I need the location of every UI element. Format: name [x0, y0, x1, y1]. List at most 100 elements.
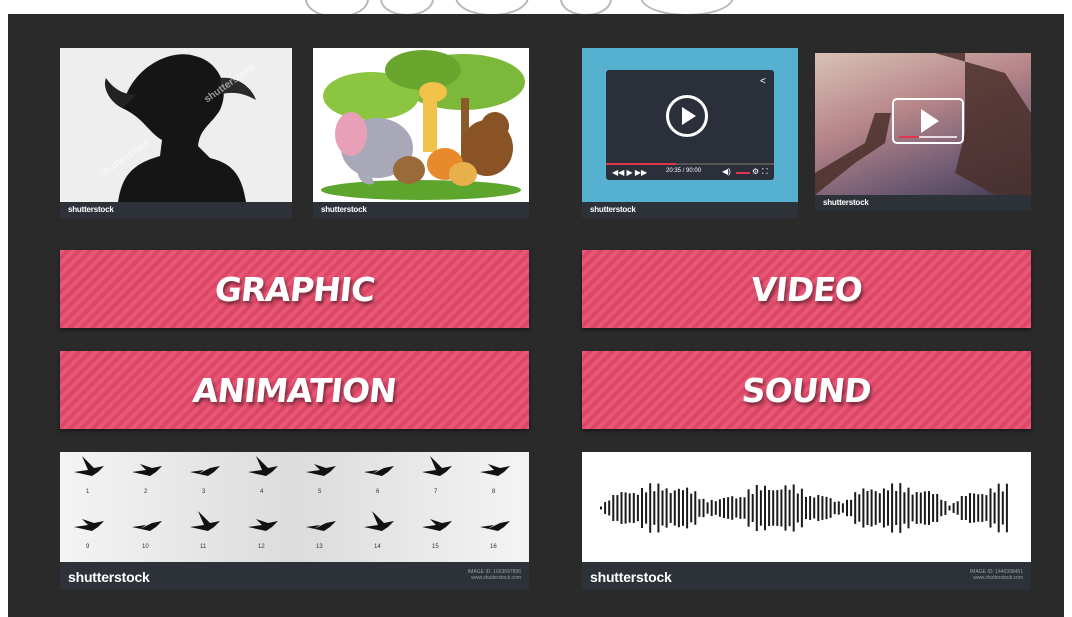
waveform-bar	[751, 493, 754, 523]
waveform-bar	[600, 506, 602, 510]
waveform-bar	[796, 493, 799, 523]
waveform-bar	[718, 499, 721, 517]
waveform-bar	[755, 485, 758, 531]
waveform-bar	[895, 490, 898, 526]
bird-silhouette	[74, 456, 104, 476]
stock-image-cartoon-animals[interactable]: shutterstock	[313, 48, 529, 218]
frame-number: 15	[432, 544, 439, 550]
waveform-bar	[1005, 483, 1008, 533]
frame-number: 5	[318, 489, 322, 495]
bird-silhouette	[364, 511, 394, 531]
waveform-bar	[628, 493, 631, 523]
waveform-bar	[702, 498, 705, 518]
stock-image-hands-frame[interactable]: shutterstock	[815, 53, 1031, 211]
frame-number: 7	[434, 489, 438, 495]
video-category-button[interactable]: VIDEO	[582, 250, 1031, 328]
waveform-bar	[985, 495, 988, 521]
waveform-bar	[923, 491, 926, 525]
stock-image-video-player[interactable]: < ◀◀ ▶ ▶▶ 20:35 / 90:00 ◀) ⚙ ⛶ shutterst…	[582, 48, 798, 218]
waveform-bar	[870, 489, 873, 527]
waveform-bar	[772, 490, 775, 526]
waveform-bar	[940, 499, 943, 517]
waveform-bar	[759, 490, 762, 526]
frame-number: 13	[316, 544, 323, 550]
waveform-bar	[874, 491, 877, 525]
bird-silhouette	[248, 456, 278, 476]
waveform-bar	[882, 488, 885, 528]
waveform-bar	[612, 494, 615, 522]
shutterstock-footer: shutterstock	[60, 202, 292, 218]
waveform-bar	[825, 496, 828, 520]
waveform-bar	[686, 487, 689, 529]
frame-number: 10	[142, 544, 149, 550]
waveform-bar	[928, 491, 930, 525]
graphic-category-button[interactable]: GRAPHIC	[60, 250, 529, 328]
waveform-bar	[608, 500, 611, 516]
shutterstock-footer: shutterstock IMAGE ID: 1663697896 www.sh…	[60, 562, 529, 590]
waveform-bar	[973, 493, 976, 523]
bird-silhouette	[190, 511, 220, 531]
waveform-bar	[997, 483, 1000, 533]
waveform-bar	[641, 488, 643, 528]
waveform-bar	[788, 489, 791, 527]
waveform-bar	[956, 501, 959, 515]
waveform-bar	[776, 490, 779, 526]
shutterstock-footer: shutterstock	[582, 202, 798, 218]
waveform-bar	[948, 505, 951, 511]
waveform-bar	[764, 485, 766, 531]
bird-silhouettes	[74, 456, 510, 531]
stock-image-woman-hair[interactable]: shutterstock shutterstock shutterstock	[60, 48, 292, 218]
waveform-bar	[636, 494, 639, 522]
bird-silhouette	[480, 521, 510, 531]
bird-silhouette	[306, 521, 336, 531]
video-label: VIDEO	[749, 269, 864, 309]
bird-silhouette	[74, 519, 104, 531]
bird-silhouette	[132, 464, 162, 476]
settings-icon: ⚙	[752, 167, 760, 176]
frame-number: 16	[490, 544, 497, 550]
waveform-bar	[665, 488, 668, 528]
waveform-bar	[743, 497, 746, 519]
sound-label: SOUND	[740, 370, 873, 410]
animals-drawing	[313, 48, 529, 202]
waveform-bar	[1001, 491, 1004, 525]
shutterstock-logo: shutterstock	[823, 198, 869, 207]
stock-image-bird-animation[interactable]: 1 2 3 4 5 6 7 8 9 10 11 12 13 14 15 16 s…	[60, 452, 529, 590]
waveform-bar	[964, 496, 967, 520]
waveform-bar	[858, 494, 861, 522]
shutterstock-logo: shutterstock	[321, 205, 367, 214]
waveform-bar	[944, 501, 947, 515]
stock-image-sound-wave[interactable]: shutterstock IMAGE ID: 1446398451 www.sh…	[582, 452, 1031, 590]
waveform-bar	[653, 491, 656, 525]
waveform-bar	[710, 499, 713, 517]
waveform-bar	[669, 493, 672, 523]
play-button-icon	[666, 95, 708, 137]
share-icon: <	[760, 76, 766, 87]
waveform-bar	[903, 492, 906, 524]
waveform-bar	[657, 483, 660, 533]
waveform-bar	[960, 496, 963, 520]
video-time: 20:35 / 90:00	[666, 168, 702, 174]
waveform-bar	[915, 492, 918, 524]
bird-silhouette	[132, 521, 162, 531]
waveform-bar	[837, 501, 840, 515]
waveform-bar	[632, 493, 635, 523]
shutterstock-logo: shutterstock	[68, 205, 114, 214]
image-meta: IMAGE ID: 1446398451 www.shutterstock.co…	[970, 569, 1023, 581]
hands-frame-photo	[815, 53, 1031, 195]
bird-frames-illustration: 1 2 3 4 5 6 7 8 9 10 11 12 13 14 15 16	[60, 452, 529, 562]
animation-category-button[interactable]: ANIMATION	[60, 351, 529, 429]
waveform-bar	[735, 498, 738, 518]
waveform-bar	[690, 493, 693, 523]
waveform-bar	[780, 489, 783, 527]
sound-category-button[interactable]: SOUND	[582, 351, 1031, 429]
shutterstock-logo: shutterstock	[590, 569, 672, 585]
waveform-bar	[989, 488, 992, 528]
frame-number: 3	[202, 489, 206, 495]
waveform-bar	[907, 487, 910, 529]
waveform-bar	[624, 492, 627, 524]
waveform-bar	[649, 483, 652, 533]
waveform-bar	[854, 492, 857, 524]
frame-number: 1	[86, 489, 90, 495]
waveform-bar	[739, 497, 742, 519]
